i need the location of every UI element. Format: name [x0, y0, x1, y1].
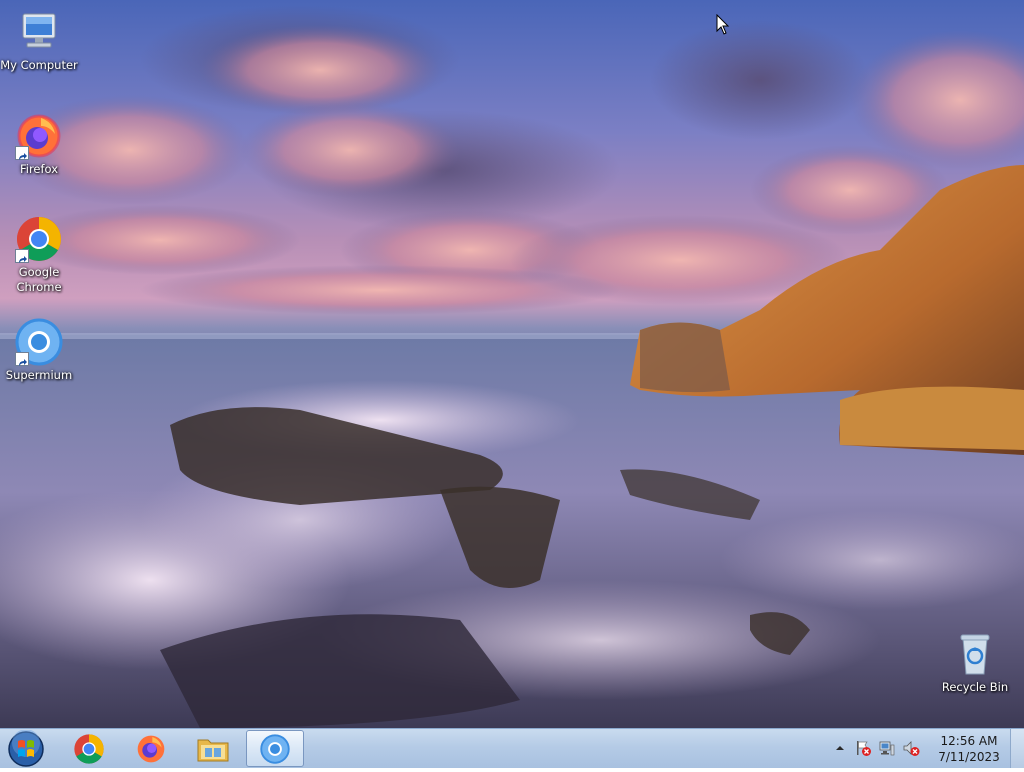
desktop-icon-label: Firefox	[19, 162, 59, 176]
desktop-icon-firefox[interactable]: Firefox	[0, 112, 78, 177]
firefox-icon	[137, 735, 165, 762]
clock-time: 12:56 AM	[940, 734, 998, 748]
desktop-icon-recycle-bin[interactable]: Recycle Bin	[936, 630, 1014, 695]
volume-button[interactable]	[902, 739, 920, 757]
chrome-icon	[15, 215, 63, 263]
taskbar: 12:56 AM 7/11/2023	[0, 728, 1024, 768]
wallpaper	[0, 5, 1024, 728]
shortcut-arrow-icon	[15, 352, 29, 366]
taskbar-chrome-button[interactable]	[60, 730, 118, 767]
desktop[interactable]: My Computer Firefox Google Chrome Superm…	[0, 0, 1024, 728]
desktop-icon-label: Google Chrome	[16, 265, 62, 294]
clock-date: 7/11/2023	[938, 750, 1000, 764]
taskbar-firefox-button[interactable]	[122, 730, 180, 767]
computer-icon	[15, 8, 63, 56]
volume-muted-icon	[903, 741, 920, 756]
chrome-icon	[74, 733, 104, 764]
desktop-icon-my-computer[interactable]: My Computer	[0, 8, 78, 73]
flag-warning-icon	[857, 741, 871, 756]
taskbar-file-explorer-button[interactable]	[184, 730, 242, 767]
desktop-icon-label: My Computer	[0, 58, 78, 72]
chevron-up-icon	[836, 746, 844, 750]
windows-start-icon	[8, 729, 44, 767]
shortcut-arrow-icon	[15, 146, 29, 160]
shortcut-arrow-icon	[15, 249, 29, 263]
supermium-icon	[15, 318, 63, 366]
firefox-icon	[15, 112, 63, 160]
desktop-icon-label: Supermium	[5, 368, 73, 382]
action-center-flag-button[interactable]	[854, 739, 872, 757]
recycle-bin-icon	[951, 630, 999, 678]
start-button[interactable]	[4, 729, 48, 768]
desktop-icon-supermium[interactable]: Supermium	[0, 318, 78, 383]
folder-icon	[197, 739, 229, 761]
clock[interactable]: 12:56 AM 7/11/2023	[936, 733, 1002, 765]
network-icon	[879, 741, 895, 756]
taskbar-supermium-button[interactable]	[246, 730, 304, 767]
desktop-icon-label: Recycle Bin	[941, 680, 1009, 694]
network-button[interactable]	[878, 739, 896, 757]
mouse-cursor-icon	[716, 14, 730, 35]
show-hidden-icons-button[interactable]	[834, 739, 846, 757]
desktop-icon-google-chrome[interactable]: Google Chrome	[0, 215, 78, 295]
supermium-icon	[260, 733, 290, 764]
show-desktop-button[interactable]	[1010, 729, 1024, 768]
